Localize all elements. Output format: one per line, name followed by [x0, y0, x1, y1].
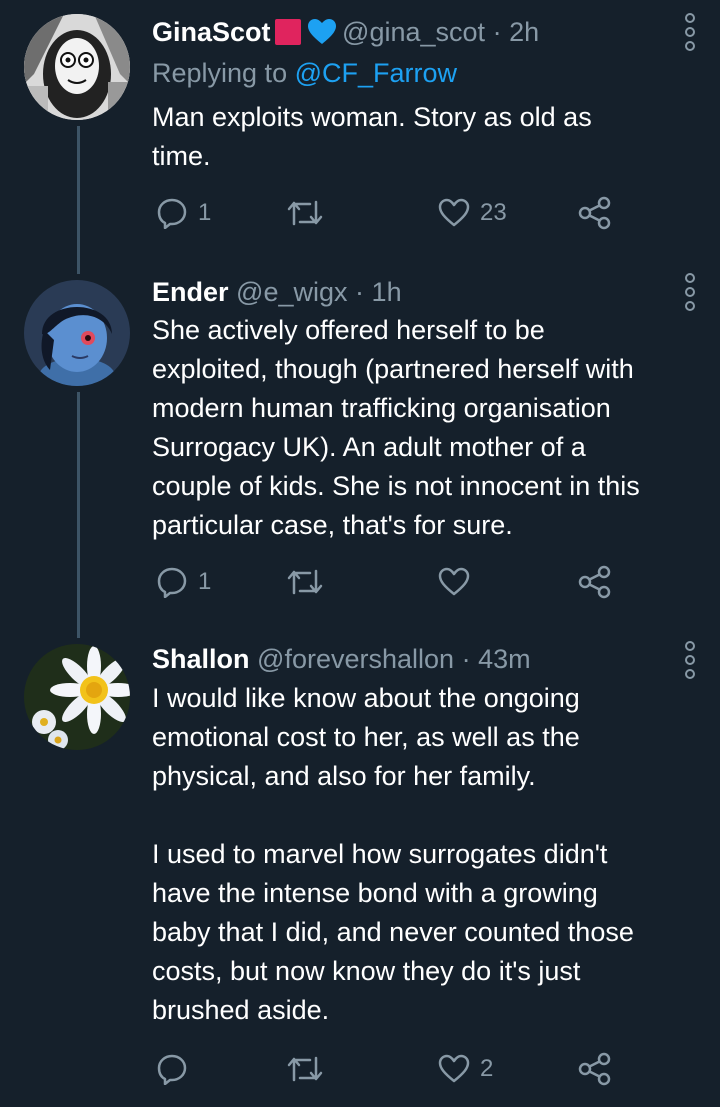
- reply-button[interactable]: 1: [156, 562, 211, 602]
- more-options-icon[interactable]: [682, 272, 698, 312]
- tweet-header: Shallon @forevershallon · 43m: [152, 642, 660, 676]
- tweet-text: She actively offered herself to be explo…: [152, 315, 640, 540]
- like-button[interactable]: 23: [438, 193, 507, 233]
- display-name[interactable]: Ender: [152, 277, 229, 307]
- reply-count: 1: [198, 199, 212, 226]
- reply-button[interactable]: 1: [156, 193, 211, 233]
- share-button[interactable]: [578, 562, 612, 602]
- tweet-actions: 1: [152, 562, 652, 602]
- more-options-icon[interactable]: [682, 640, 698, 680]
- retweet-icon: [287, 569, 323, 595]
- separator: ·: [492, 17, 502, 47]
- reply-count: 1: [198, 568, 212, 595]
- tweet-actions: 2: [152, 1049, 652, 1089]
- avatar[interactable]: [24, 280, 130, 386]
- retweet-button[interactable]: [286, 1049, 334, 1089]
- retweet-icon: [287, 200, 323, 226]
- heart-icon: [438, 198, 470, 227]
- share-icon: [578, 1052, 611, 1086]
- red-square-icon: [274, 19, 301, 45]
- handle[interactable]: @forevershallon: [257, 644, 454, 674]
- reply-icon: [157, 1054, 187, 1085]
- share-icon: [578, 196, 611, 230]
- like-button[interactable]: 2: [438, 1049, 493, 1089]
- replying-to: Replying to @CF_Farrow: [152, 56, 457, 90]
- replying-prefix: Replying to: [152, 58, 295, 88]
- like-count: 2: [480, 1055, 494, 1082]
- timestamp[interactable]: 1h: [372, 277, 402, 307]
- handle[interactable]: @gina_scot: [342, 17, 485, 47]
- more-options-icon[interactable]: [682, 12, 698, 52]
- heart-icon: [438, 1054, 470, 1083]
- display-name[interactable]: Shallon: [152, 644, 250, 674]
- mention-link[interactable]: @CF_Farrow: [295, 58, 457, 88]
- separator: ·: [355, 277, 365, 307]
- like-button[interactable]: [438, 562, 480, 602]
- timestamp[interactable]: 2h: [509, 17, 539, 47]
- handle[interactable]: @e_wigx: [236, 277, 347, 307]
- tweet[interactable]: GinaScot @gina_scot · 2h Replying to @CF…: [0, 0, 720, 270]
- tweet-header: GinaScot @gina_scot · 2h: [152, 15, 660, 49]
- reply-icon: [157, 198, 187, 229]
- share-button[interactable]: [578, 1049, 612, 1089]
- retweet-icon: [287, 1056, 323, 1082]
- tweet-text: I would like know about the ongoing emot…: [152, 683, 634, 1025]
- avatar[interactable]: [24, 14, 130, 120]
- tweet-actions: 1 23: [152, 193, 652, 233]
- share-button[interactable]: [578, 193, 612, 233]
- display-name[interactable]: GinaScot: [152, 17, 271, 47]
- tweet[interactable]: Ender @e_wigx · 1h She actively offered …: [0, 270, 720, 638]
- blue-heart-icon: [308, 19, 337, 44]
- reply-icon: [157, 567, 187, 598]
- like-count: 23: [480, 199, 507, 226]
- retweet-button[interactable]: [286, 562, 334, 602]
- tweet[interactable]: Shallon @forevershallon · 43m I would li…: [0, 638, 720, 1107]
- separator: ·: [461, 644, 471, 674]
- heart-icon: [438, 567, 470, 596]
- timestamp[interactable]: 43m: [478, 644, 531, 674]
- share-icon: [578, 565, 611, 599]
- retweet-button[interactable]: [286, 193, 334, 233]
- tweet-text: Man exploits woman. Story as old as time…: [152, 102, 592, 171]
- tweet-header: Ender @e_wigx · 1h: [152, 275, 660, 309]
- avatar[interactable]: [24, 644, 130, 750]
- reply-button[interactable]: [156, 1049, 198, 1089]
